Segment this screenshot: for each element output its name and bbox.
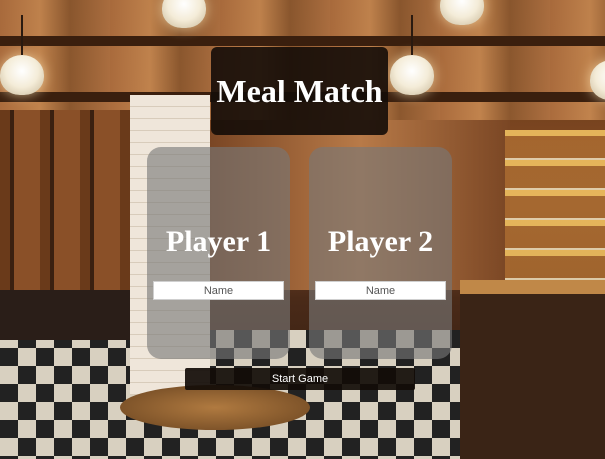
ceiling-beam: [0, 36, 605, 46]
bar-counter: [460, 280, 605, 459]
pendant-lamp: [0, 15, 44, 95]
player-2-card: Player 2: [309, 147, 452, 359]
player-2-label: Player 2: [327, 225, 434, 258]
booth-seating: [0, 290, 140, 340]
player-1-label: Player 1: [165, 225, 272, 258]
player-2-name-input[interactable]: [315, 281, 446, 300]
player-1-card: Player 1: [147, 147, 290, 359]
player-1-name-input[interactable]: [153, 281, 284, 300]
pendant-lamp: [390, 15, 434, 95]
round-table: [120, 385, 310, 430]
app-title: Meal Match: [216, 72, 383, 109]
start-game-button[interactable]: Start Game: [185, 368, 415, 390]
title-panel: Meal Match: [211, 47, 388, 135]
bar-shelves: [505, 130, 605, 280]
wood-wall: [0, 110, 130, 310]
